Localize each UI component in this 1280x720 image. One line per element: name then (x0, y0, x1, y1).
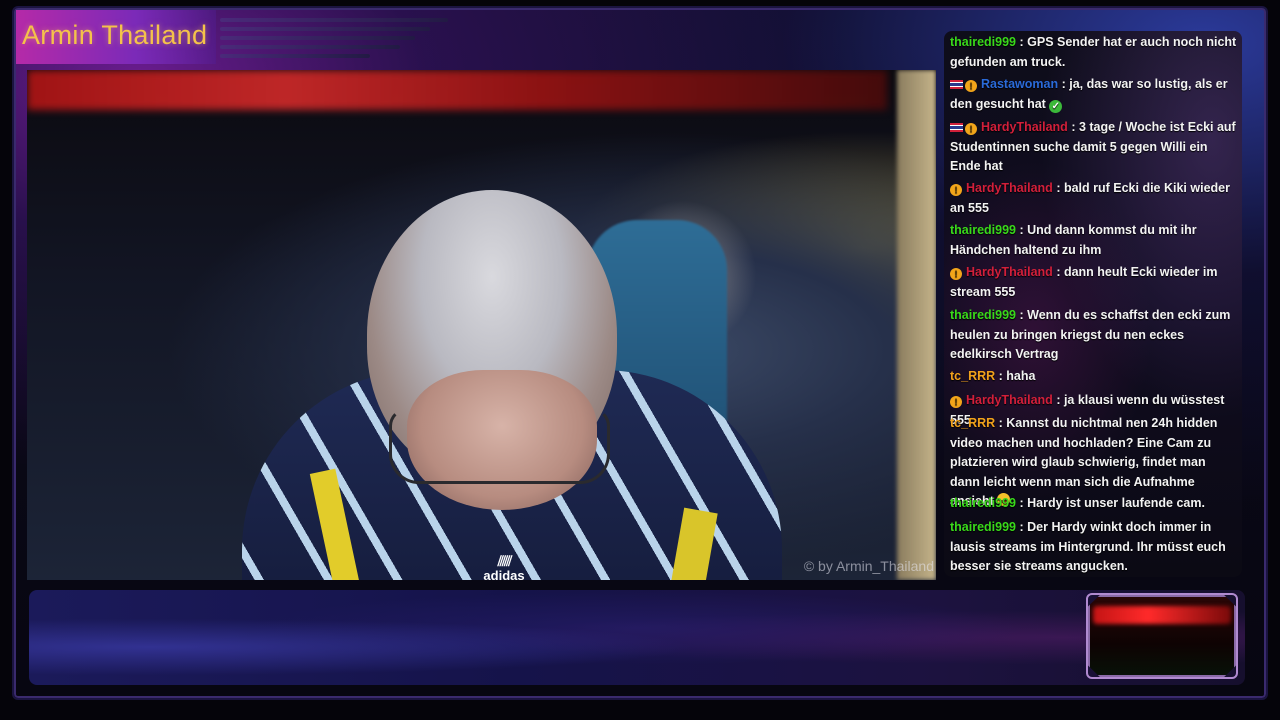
chat-message: thairedi999 : Wenn du es schaffst den ec… (950, 306, 1238, 365)
secondary-camera-frame (1086, 593, 1238, 679)
chat-text: : Hardy ist unser laufende cam. (1019, 496, 1205, 510)
chat-username[interactable]: thairedi999 (950, 223, 1016, 237)
glasses (389, 408, 610, 484)
chat-panel: thairedi999 : GPS Sender hat er auch noc… (944, 31, 1242, 577)
video-player[interactable]: ⫽⫽⫽ adidas © by Armin_Thailand (27, 70, 936, 580)
chat-message: ! Rastawoman : ja, das war so lustig, als… (950, 75, 1238, 114)
chat-message: tc_RRR : haha (950, 367, 1238, 387)
chat-username[interactable]: Rastawoman (981, 77, 1058, 91)
chat-username[interactable]: thairedi999 (950, 520, 1016, 534)
check-emoji-icon: ✓ (1049, 99, 1063, 113)
coin-badge-icon: ! (950, 184, 962, 196)
title-decoration (220, 18, 448, 63)
chat-message: ! HardyThailand : dann heult Ecki wieder … (950, 263, 1238, 302)
chat-username[interactable]: thairedi999 (950, 308, 1016, 322)
chat-username[interactable]: HardyThailand (966, 393, 1053, 407)
shirt-logo: ⫽⫽⫽ adidas (483, 553, 525, 580)
chat-username[interactable]: thairedi999 (950, 496, 1016, 510)
flag-icon (950, 123, 963, 132)
chat-message: ! HardyThailand : 3 tage / Woche ist Ecki… (950, 118, 1238, 177)
coin-badge-icon: ! (950, 268, 962, 280)
chat-text: : haha (998, 369, 1036, 383)
video-watermark: © by Armin_Thailand (803, 558, 934, 574)
flag-icon (950, 80, 963, 89)
chat-message: thairedi999 : Und dann kommst du mit ihr… (950, 221, 1238, 260)
chat-username[interactable]: HardyThailand (981, 120, 1068, 134)
coin-badge-icon: ! (950, 396, 962, 408)
chat-username[interactable]: tc_RRR (950, 369, 995, 383)
chat-message: ! HardyThailand : bald ruf Ecki die Kiki … (950, 179, 1238, 218)
chat-message: thairedi999 : GPS Sender hat er auch noc… (950, 33, 1238, 72)
chat-message: thairedi999 : Hardy ist unser laufende c… (950, 494, 1238, 514)
coin-badge-icon: ! (965, 80, 977, 92)
coin-badge-icon: ! (965, 123, 977, 135)
chat-username[interactable]: tc_RRR (950, 416, 995, 430)
chat-username[interactable]: HardyThailand (966, 181, 1053, 195)
bottom-info-bar (29, 590, 1245, 685)
chat-username[interactable]: HardyThailand (966, 265, 1053, 279)
chat-username[interactable]: thairedi999 (950, 35, 1016, 49)
chat-message: thairedi999 : Der Hardy winkt doch immer… (950, 518, 1238, 577)
stream-title: Armin Thailand (22, 20, 208, 50)
